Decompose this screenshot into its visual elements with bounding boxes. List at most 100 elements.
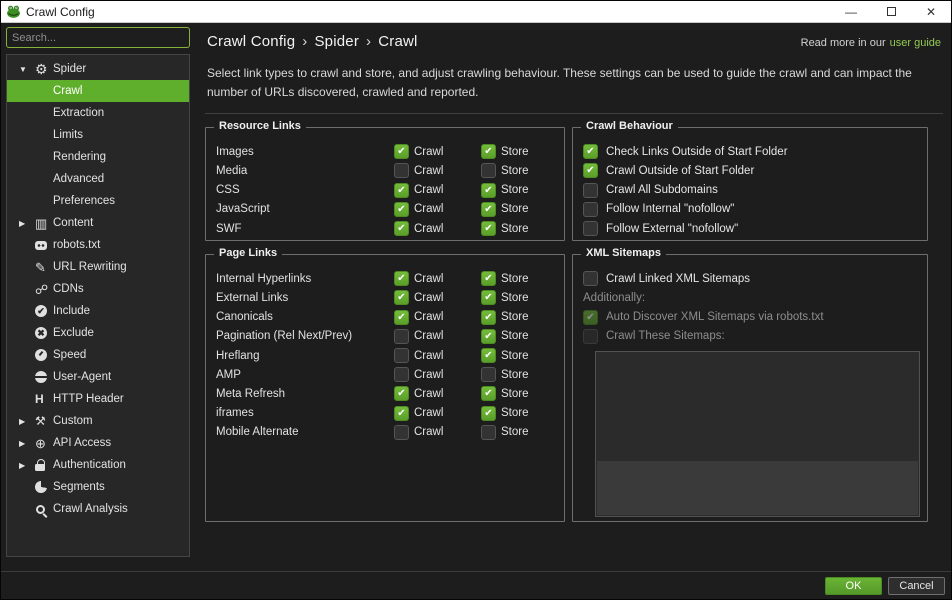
crawl-checkbox-css[interactable]: ✔ [394,183,409,198]
chevron-right-icon[interactable]: ▶ [19,439,35,448]
ok-button[interactable]: OK [825,577,882,595]
option-label: Auto Discover XML Sitemaps via robots.tx… [606,311,824,323]
maximize-icon [887,7,896,16]
store-checkbox-iframes[interactable]: ✔ [481,406,496,421]
page-description: Select link types to crawl and store, an… [207,64,943,101]
crawl-checkbox-mobile-alternate[interactable] [394,425,409,440]
store-checkbox-hreflang[interactable]: ✔ [481,348,496,363]
store-checkbox-meta-refresh[interactable]: ✔ [481,386,496,401]
pencil-icon [35,261,46,274]
store-checkbox-canonicals[interactable]: ✔ [481,310,496,325]
checkbox-follow-internal-nofollow[interactable] [583,202,598,217]
tree-iconbox [35,305,53,317]
store-checkbox-css[interactable]: ✔ [481,183,496,198]
store-checkbox-external-links[interactable]: ✔ [481,290,496,305]
sitemaps-textarea[interactable] [596,352,919,461]
store-checkbox-media[interactable] [481,163,496,178]
sidebar-item-user-agent[interactable]: User-Agent [7,366,189,388]
minimize-button[interactable]: — [831,1,871,23]
crawl-checkbox-external-links[interactable]: ✔ [394,290,409,305]
checkbox-crawl-all-subdomains[interactable] [583,183,598,198]
crawl-checkbox-pagination-rel-next-prev[interactable] [394,329,409,344]
store-checkbox-javascript[interactable]: ✔ [481,202,496,217]
checkbox-crawl-these-sitemaps[interactable] [583,329,598,344]
crawl-checkbox-media[interactable] [394,163,409,178]
link-row-label: JavaScript [216,203,382,215]
option-row-follow-external-nofollow: Follow External "nofollow" [583,219,919,238]
user-guide-link[interactable]: user guide [890,37,941,49]
sidebar-item-limits[interactable]: Limits [7,124,189,146]
crawl-checkbox-label: Crawl [414,273,443,285]
option-label: Crawl All Subdomains [606,184,718,196]
store-checkbox-amp[interactable] [481,367,496,382]
store-pair: ✔Store [481,221,556,236]
sidebar-item-custom[interactable]: ▶ Custom [7,410,189,432]
crawl-pair: Crawl [394,425,469,440]
tree-iconbox [35,393,53,405]
store-checkbox-swf[interactable]: ✔ [481,221,496,236]
tree-iconbox [35,459,53,471]
option-row-auto-discover-xml-sitemaps-via-robots-txt: ✔ Auto Discover XML Sitemaps via robots.t… [583,308,919,327]
sidebar-item-api-access[interactable]: ▶API Access [7,432,189,454]
breadcrumb-separator: › [302,33,307,50]
chevron-down-icon[interactable]: ▼ [19,65,35,74]
sidebar-item-spider[interactable]: ▼Spider [7,58,189,80]
sidebar-item-url-rewriting[interactable]: URL Rewriting [7,256,189,278]
network-icon [35,283,48,296]
crawl-checkbox-meta-refresh[interactable]: ✔ [394,386,409,401]
sidebar-item-authentication[interactable]: ▶Authentication [7,454,189,476]
search-input[interactable] [6,27,190,48]
close-button[interactable]: ✕ [911,1,951,23]
sidebar-item-exclude[interactable]: Exclude [7,322,189,344]
store-checkbox-mobile-alternate[interactable] [481,425,496,440]
sidebar-item-extraction[interactable]: Extraction [7,102,189,124]
sidebar-item-label: Exclude [53,327,94,339]
sidebar-item-http-header[interactable]: HTTP Header [7,388,189,410]
store-pair: ✔Store [481,386,556,401]
checkbox-crawl-linked-xml-sitemaps[interactable] [583,271,598,286]
store-checkbox-label: Store [501,369,529,381]
sidebar-item-cdns[interactable]: CDNs [7,278,189,300]
crawl-checkbox-iframes[interactable]: ✔ [394,406,409,421]
cancel-button[interactable]: Cancel [888,577,945,595]
chevron-right-icon[interactable]: ▶ [19,219,35,228]
tree-iconbox [35,62,53,76]
sidebar-item-label: Custom [53,415,93,427]
store-checkbox-images[interactable]: ✔ [481,144,496,159]
sidebar-item-advanced[interactable]: Advanced [7,168,189,190]
checkbox-check-links-outside-of-start-folder[interactable]: ✔ [583,144,598,159]
checkbox-crawl-outside-of-start-folder[interactable]: ✔ [583,163,598,178]
breadcrumb-part-spider: Spider [314,33,359,50]
store-checkbox-internal-hyperlinks[interactable]: ✔ [481,271,496,286]
sidebar-item-label: CDNs [53,283,84,295]
crawl-checkbox-swf[interactable]: ✔ [394,221,409,236]
sidebar-item-content[interactable]: ▶Content [7,212,189,234]
crawl-checkbox-internal-hyperlinks[interactable]: ✔ [394,271,409,286]
maximize-button[interactable] [871,1,911,23]
crawl-checkbox-amp[interactable] [394,367,409,382]
sidebar-item-crawl[interactable]: Crawl [7,80,189,102]
tree-iconbox [35,241,53,250]
page-links-legend: Page Links [214,247,282,259]
sidebar-item-segments[interactable]: Segments [7,476,189,498]
chevron-right-icon[interactable]: ▶ [19,461,35,470]
sidebar-item-rendering[interactable]: Rendering [7,146,189,168]
crawl-checkbox-javascript[interactable]: ✔ [394,202,409,217]
sidebar-item-crawl-analysis[interactable]: Crawl Analysis [7,498,189,520]
crawl-checkbox-hreflang[interactable] [394,348,409,363]
checkbox-follow-external-nofollow[interactable] [583,221,598,236]
crawl-checkbox-canonicals[interactable]: ✔ [394,310,409,325]
store-pair: ✔Store [481,183,556,198]
chevron-right-icon[interactable]: ▶ [19,417,35,426]
main-panel: Crawl Config›Spider›Crawl Read more in o… [197,23,951,571]
sidebar-item-preferences[interactable]: Preferences [7,190,189,212]
resource-links-rows: Images✔Crawl✔StoreMediaCrawlStoreCSS✔Cra… [216,142,556,238]
crawl-checkbox-images[interactable]: ✔ [394,144,409,159]
right-column: Crawl Behaviour ✔Check Links Outside of … [572,122,928,522]
store-checkbox-pagination-rel-next-prev[interactable]: ✔ [481,329,496,344]
read-more-text: Read more in ouruser guide [801,37,941,49]
checkbox-auto-discover-xml-sitemaps-via-robots-txt[interactable]: ✔ [583,310,598,325]
sidebar-item-speed[interactable]: Speed [7,344,189,366]
sidebar-item-include[interactable]: Include [7,300,189,322]
sidebar-item-robots-txt[interactable]: robots.txt [7,234,189,256]
